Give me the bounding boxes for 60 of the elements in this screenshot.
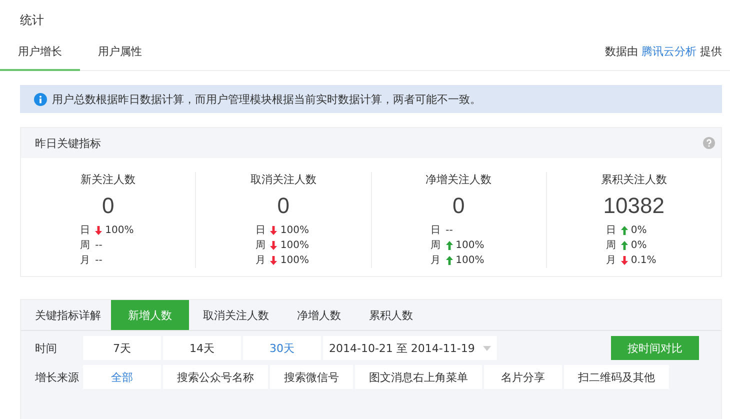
period-label: 月 bbox=[430, 254, 441, 268]
period-label: 周 bbox=[255, 239, 266, 253]
source-option[interactable]: 搜索微信号 bbox=[270, 365, 353, 389]
tab[interactable]: 用户增长 bbox=[0, 38, 80, 71]
period-label: 月 bbox=[255, 254, 266, 268]
info-icon bbox=[34, 92, 47, 106]
period-label: 周 bbox=[430, 239, 441, 253]
metric-value: 0 bbox=[102, 193, 114, 219]
card-title: 昨日关键指标 bbox=[35, 136, 101, 150]
change-value: 100% bbox=[105, 224, 134, 238]
time-option[interactable]: 7天 bbox=[83, 336, 161, 360]
period-label: 日 bbox=[606, 224, 616, 238]
change-value: 0% bbox=[630, 239, 647, 253]
metric-name: 新关注人数 bbox=[80, 172, 136, 187]
detail-title: 关键指标详解 bbox=[34, 308, 102, 322]
down-arrow-icon bbox=[620, 256, 628, 265]
metric-name: 净增关注人数 bbox=[426, 172, 492, 187]
source-option[interactable]: 名片分享 bbox=[484, 365, 562, 389]
change-value: 0% bbox=[630, 224, 647, 238]
time-option[interactable]: 14天 bbox=[163, 336, 241, 360]
period-label: 周 bbox=[80, 239, 90, 253]
change-value: 100% bbox=[280, 224, 309, 238]
metric-value: 10382 bbox=[603, 193, 664, 219]
filter-label: 增长来源 bbox=[35, 370, 80, 384]
period-label: 周 bbox=[606, 239, 616, 253]
change-value: 0.1% bbox=[630, 254, 656, 268]
metric-name: 取消关注人数 bbox=[250, 172, 316, 187]
change-value: 100% bbox=[456, 239, 484, 253]
change-value: -- bbox=[446, 224, 453, 238]
period-label: 月 bbox=[606, 254, 616, 268]
time-option[interactable]: 30天 bbox=[243, 336, 321, 360]
metric-name: 累积关注人数 bbox=[600, 172, 667, 187]
caret-icon bbox=[482, 346, 491, 350]
source-option[interactable]: 扫二维码及其他 bbox=[564, 365, 669, 389]
source-option[interactable]: 图文消息右上角菜单 bbox=[355, 365, 482, 389]
metric-value: 0 bbox=[277, 193, 290, 219]
change-value: 100% bbox=[456, 254, 484, 268]
page-title: 统计 bbox=[19, 12, 45, 29]
source-option[interactable]: 搜索公众号名称 bbox=[163, 365, 268, 389]
change-value: -- bbox=[95, 254, 102, 268]
notice-text: 用户总数根据昨日数据计算，而用户管理模块根据当前实时数据计算，两者可能不一致。 bbox=[52, 92, 481, 106]
provider-link[interactable]: 腾讯云分析 bbox=[642, 45, 696, 58]
help-icon[interactable] bbox=[703, 137, 715, 149]
change-value: 100% bbox=[280, 239, 309, 253]
date-range-picker[interactable]: 2014-10-21 至 2014-11-19 bbox=[323, 336, 497, 360]
metric-value: 0 bbox=[452, 193, 465, 219]
detail-tab[interactable]: 累积人数 bbox=[355, 300, 427, 330]
filter-label: 时间 bbox=[35, 340, 58, 356]
change-value: -- bbox=[95, 239, 102, 253]
down-arrow-icon bbox=[95, 226, 102, 235]
tab[interactable]: 用户属性 bbox=[80, 38, 160, 71]
source-option[interactable]: 全部 bbox=[83, 365, 161, 389]
period-label: 日 bbox=[255, 224, 266, 238]
period-label: 月 bbox=[80, 254, 90, 268]
provider-note: 数据由 腾讯云分析 提供 bbox=[605, 44, 722, 60]
detail-tab[interactable]: 净增人数 bbox=[283, 300, 355, 330]
change-value: 100% bbox=[280, 254, 309, 268]
period-label: 日 bbox=[430, 224, 441, 238]
detail-tab[interactable]: 取消关注人数 bbox=[189, 300, 283, 330]
period-label: 日 bbox=[80, 224, 90, 238]
